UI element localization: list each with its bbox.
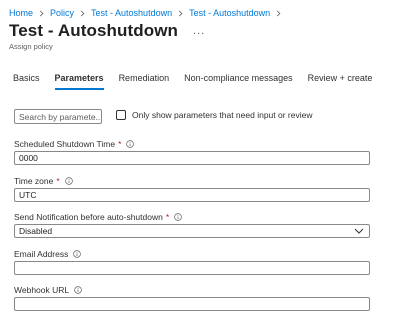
required-marker: * bbox=[56, 176, 60, 186]
shutdown-time-input[interactable]: 0000 bbox=[14, 151, 370, 165]
shutdown-time-label: Scheduled Shutdown Time * bbox=[14, 139, 135, 149]
only-show-input-label: Only show parameters that need input or … bbox=[132, 110, 313, 120]
required-marker: * bbox=[118, 139, 122, 149]
email-label: Email Address bbox=[14, 249, 82, 259]
breadcrumb-assignment[interactable]: Test - Autoshutdown bbox=[189, 8, 270, 18]
webhook-input[interactable] bbox=[14, 297, 370, 311]
info-icon[interactable] bbox=[73, 250, 82, 258]
breadcrumb-policy[interactable]: Policy bbox=[50, 8, 74, 18]
page-subtitle: Assign policy bbox=[9, 42, 53, 51]
breadcrumb-definition[interactable]: Test - Autoshutdown bbox=[91, 8, 172, 18]
tab-review-create[interactable]: Review + create bbox=[308, 73, 373, 87]
search-parameters-input[interactable]: Search by paramete... bbox=[14, 109, 102, 124]
info-icon[interactable] bbox=[126, 140, 135, 148]
email-label-text: Email Address bbox=[14, 249, 69, 259]
only-show-input-checkbox[interactable] bbox=[116, 110, 126, 120]
notification-select-value: Disabled bbox=[19, 226, 53, 236]
chevron-right-icon bbox=[275, 10, 282, 17]
info-icon[interactable] bbox=[174, 213, 182, 221]
time-zone-input[interactable]: UTC bbox=[14, 188, 370, 202]
chevron-down-icon bbox=[354, 228, 364, 234]
webhook-label: Webhook URL bbox=[14, 285, 82, 295]
shutdown-time-label-text: Scheduled Shutdown Time bbox=[14, 139, 116, 149]
notification-label: Send Notification before auto-shutdown * bbox=[14, 212, 182, 222]
tab-non-compliance-messages[interactable]: Non-compliance messages bbox=[184, 73, 293, 87]
notification-label-text: Send Notification before auto-shutdown bbox=[14, 212, 163, 222]
email-input[interactable] bbox=[14, 261, 370, 275]
webhook-label-text: Webhook URL bbox=[14, 285, 70, 295]
time-zone-label-text: Time zone bbox=[14, 176, 54, 186]
chevron-right-icon bbox=[177, 10, 184, 17]
required-marker: * bbox=[165, 212, 170, 222]
notification-select[interactable]: Disabled bbox=[14, 224, 370, 238]
only-show-input-checkbox-row[interactable]: Only show parameters that need input or … bbox=[116, 110, 312, 120]
breadcrumb: Home Policy Test - Autoshutdown Test - A… bbox=[9, 6, 287, 20]
info-icon[interactable] bbox=[64, 177, 73, 185]
tab-basics[interactable]: Basics bbox=[13, 73, 40, 87]
title-row: Test - Autoshutdown ... bbox=[9, 21, 205, 41]
chevron-right-icon bbox=[38, 10, 45, 17]
more-icon[interactable]: ... bbox=[193, 25, 205, 37]
tab-parameters[interactable]: Parameters bbox=[54, 73, 104, 90]
chevron-right-icon bbox=[79, 10, 86, 17]
breadcrumb-home[interactable]: Home bbox=[9, 8, 33, 18]
page-title: Test - Autoshutdown bbox=[9, 21, 179, 40]
info-icon[interactable] bbox=[74, 286, 82, 294]
tab-bar: Basics Parameters Remediation Non-compli… bbox=[13, 73, 387, 91]
tab-remediation[interactable]: Remediation bbox=[119, 73, 170, 87]
time-zone-label: Time zone * bbox=[14, 176, 73, 186]
